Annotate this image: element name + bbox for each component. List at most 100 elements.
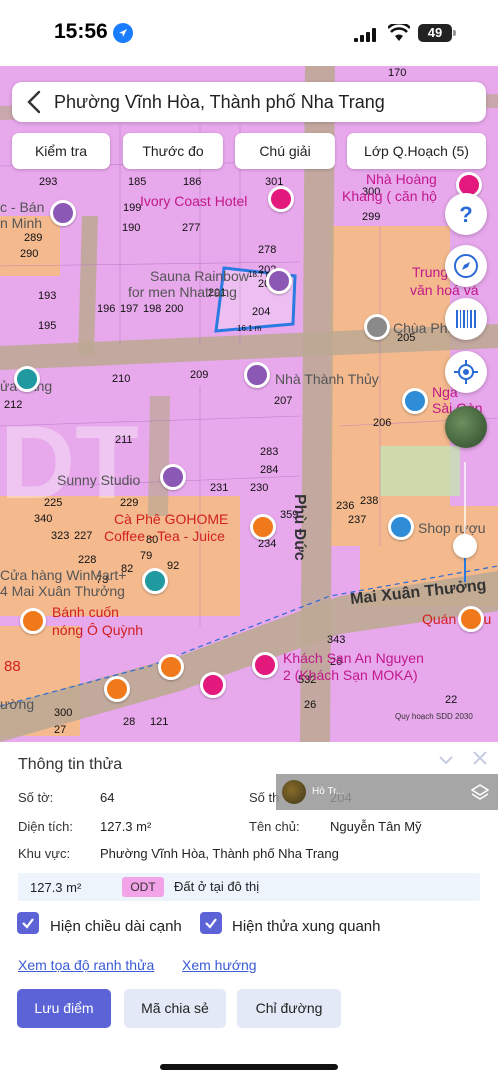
battery-tip [453, 30, 456, 36]
parcel-number: 26 [304, 699, 317, 711]
shopping-cart-pin-icon[interactable] [142, 568, 168, 594]
panel-title: Thông tin thửa [18, 756, 123, 773]
show-neighbors-label[interactable]: Hiện thửa xung quanh [232, 918, 380, 935]
hotel-pin-icon[interactable] [268, 186, 294, 212]
parcel-number: 290 [20, 248, 39, 260]
edge-length-bottom: 16.1 m [237, 324, 262, 333]
poi-banh-cuon-line2: nóng Ô Quỳnh [52, 622, 144, 638]
parcel-number: 170 [388, 67, 407, 79]
parcel-number: 210 [112, 373, 131, 385]
parcel-number: 121 [150, 716, 169, 728]
parcel-number: 196 [97, 303, 116, 315]
bus-pin-icon[interactable] [402, 388, 428, 414]
help-icon: ? [459, 202, 472, 227]
street-view-popup[interactable]: Hò Tr... [276, 774, 498, 810]
poi-nha-thanh-thuy[interactable]: Nhà Thành Thủy [275, 371, 379, 387]
location-title[interactable]: Phường Vĩnh Hòa, Thành phố Nha Trang [54, 92, 385, 113]
parcel-number: 195 [38, 320, 57, 332]
show-neighbors-checkbox[interactable] [200, 912, 222, 934]
parcel-number: 199 [123, 202, 142, 214]
store-pin-icon[interactable] [14, 366, 40, 392]
chevron-down-icon[interactable] [438, 752, 454, 768]
restaurant-pin-icon[interactable] [20, 608, 46, 634]
view-direction-link[interactable]: Xem hướng [182, 957, 257, 973]
cafe-pin-icon[interactable] [250, 514, 276, 540]
show-edge-length-label[interactable]: Hiện chiều dài cạnh [50, 918, 182, 935]
parcel-number: 300 [54, 707, 73, 719]
sheet-number-label: Số tờ: [18, 790, 54, 805]
svg-text:?: ? [459, 202, 472, 227]
poi-partial-minh: n Minh [0, 215, 43, 231]
legend-button[interactable]: Chú giải [235, 133, 335, 169]
poi-sunny-studio[interactable]: Sunny Studio [57, 472, 140, 488]
crosshair-icon [454, 360, 478, 384]
parcel-number: 206 [373, 417, 392, 429]
poi-trung[interactable]: Trung [412, 264, 448, 280]
parcel-number: 190 [122, 222, 141, 234]
directions-button[interactable]: Chỉ đường [237, 989, 341, 1028]
parcel-number: 186 [183, 176, 202, 188]
show-edge-length-checkbox[interactable] [17, 912, 39, 934]
parcel-number: 193 [38, 290, 57, 302]
poi-khang: Khang ( căn hộ [342, 188, 437, 204]
poi-cafe-gohome-line2: Coffee - Tea - Juice [104, 528, 225, 544]
parcel-number: 283 [260, 446, 279, 458]
barcode-button[interactable] [445, 298, 487, 340]
poi-sauna-rainbow[interactable]: Sauna Rainbow [150, 268, 249, 284]
land-use-row: 127.3 m² ODT Đất ở tại đô thị [18, 873, 480, 901]
region-label: Khu vực: [18, 846, 71, 861]
restaurant-pin-icon[interactable] [458, 606, 484, 632]
hotel-pin-icon[interactable] [252, 652, 278, 678]
parcel-number: 299 [362, 211, 381, 223]
parcel-number: 231 [210, 482, 229, 494]
my-location-button[interactable] [445, 351, 487, 393]
home-indicator [160, 1064, 338, 1070]
close-icon[interactable] [472, 750, 488, 766]
parcel-number: 211 [115, 434, 133, 446]
restaurant-pin-icon[interactable] [158, 654, 184, 680]
poi-banh-cuon[interactable]: Bánh cuốn [52, 604, 119, 620]
search-bar[interactable]: Phường Vĩnh Hòa, Thành phố Nha Trang [12, 82, 486, 122]
parcel-number: 340 [34, 513, 53, 525]
layers-icon[interactable] [470, 782, 490, 802]
poi-winmart[interactable]: Cửa hàng WinMart+ [0, 567, 126, 583]
save-point-button[interactable]: Lưu điểm [17, 989, 111, 1028]
parcel-number: 236 [336, 500, 355, 512]
help-button[interactable]: ? [445, 193, 487, 235]
shopping-pin-icon[interactable] [200, 672, 226, 698]
restaurant-pin-icon[interactable] [104, 676, 130, 702]
spa-pin-icon[interactable] [266, 268, 292, 294]
parcel-number: 284 [260, 464, 279, 476]
poi-nha-hoang[interactable]: Nhà Hoàng [366, 171, 437, 187]
satellite-layer-toggle[interactable] [445, 406, 487, 448]
parcel-number: 278 [258, 244, 277, 256]
tool-bar: Kiểm tra Thước đo Chú giải Lớp Q.Hoạch (… [12, 133, 486, 169]
opacity-slider-knob[interactable] [453, 534, 477, 558]
view-boundary-coords-link[interactable]: Xem tọa độ ranh thửa [18, 957, 154, 973]
building-pin-icon[interactable] [244, 362, 270, 388]
street-view-thumbnail[interactable] [282, 780, 306, 804]
studio-pin-icon[interactable] [160, 464, 186, 490]
area-value: 127.3 m² [100, 819, 152, 834]
barcode-icon [456, 310, 476, 328]
poi-khach-san-an-nguyen[interactable]: Khách Sạn An Nguyen [283, 650, 424, 666]
hotel-pin-icon[interactable] [50, 200, 76, 226]
check-button[interactable]: Kiểm tra [12, 133, 110, 169]
compass-button[interactable] [445, 245, 487, 287]
poi-ivory-coast-hotel[interactable]: Ivory Coast Hotel [140, 193, 247, 209]
poi-cafe-gohome[interactable]: Cà Phê GOHOME [114, 511, 228, 527]
parcel-number: 228 [78, 554, 97, 566]
parcel-number: 209 [190, 369, 209, 381]
parcel-number: 200 [165, 303, 184, 315]
parcel-number: 79 [140, 550, 153, 562]
back-arrow-icon[interactable] [22, 88, 48, 116]
poi-shop-ruou[interactable]: Shop rượu [418, 520, 486, 536]
measure-button[interactable]: Thước đo [123, 133, 223, 169]
parcel-number: 225 [44, 497, 63, 509]
planning-layers-button[interactable]: Lớp Q.Hoạch (5) [347, 133, 486, 169]
status-bar: 15:56 49 [0, 0, 498, 66]
shop-pin-icon[interactable] [388, 514, 414, 540]
share-code-button[interactable]: Mã chia sẻ [124, 989, 226, 1028]
parcel-number: 238 [360, 495, 379, 507]
temple-pin-icon[interactable] [364, 314, 390, 340]
